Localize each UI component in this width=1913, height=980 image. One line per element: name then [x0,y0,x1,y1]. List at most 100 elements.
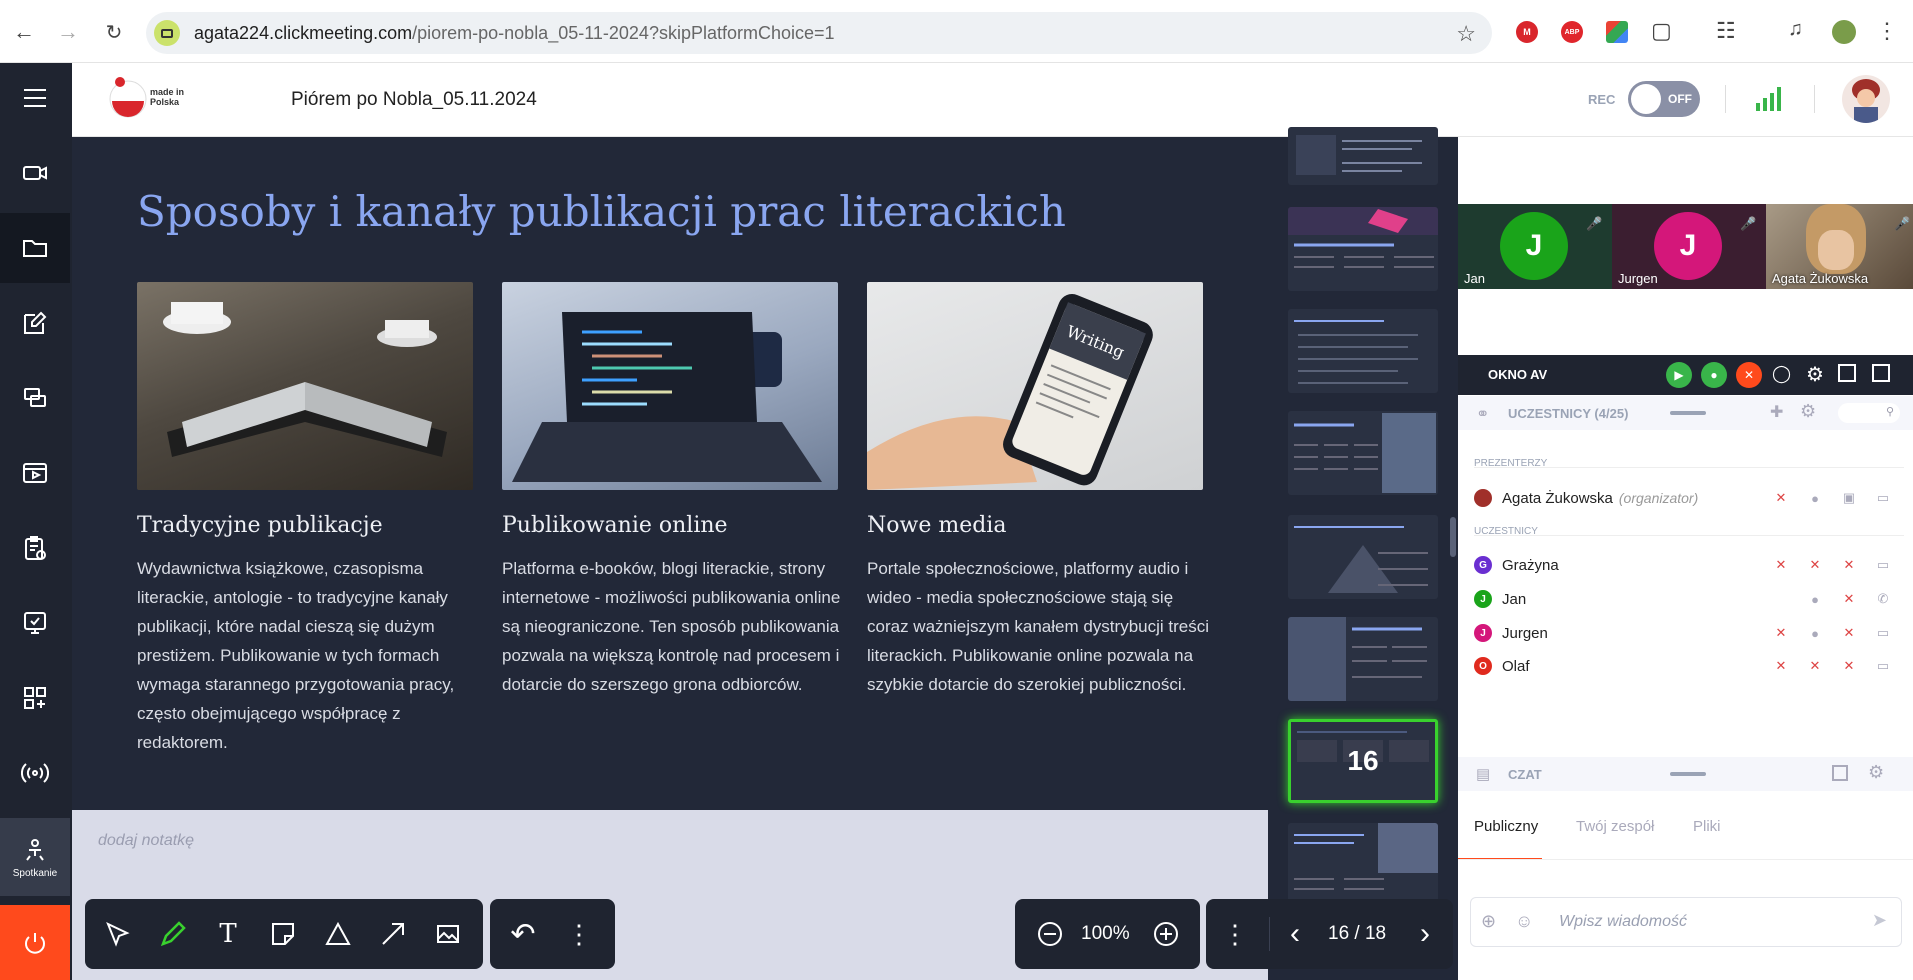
tab-public[interactable]: Publiczny [1474,818,1538,835]
camera-off-icon[interactable]: ✕ [1838,589,1860,609]
microphone-toggle-icon[interactable]: ● [1701,362,1727,388]
slide-thumbnail[interactable] [1288,127,1438,185]
edit-note-icon[interactable] [0,288,70,358]
sticky-note-tool-icon[interactable] [266,917,300,951]
apps-grid-icon[interactable] [0,663,70,733]
rec-toggle[interactable]: OFF [1628,81,1700,117]
page-options-icon[interactable]: ⋮ [1218,917,1252,951]
chat-settings-icon[interactable]: ⚙ [1868,762,1884,783]
image-tool-icon[interactable] [431,917,465,951]
video-tile[interactable]: J 🎤 Jan [1458,204,1612,289]
video-tile[interactable]: 🎤 Agata Żukowska [1766,204,1913,289]
media-control-icon[interactable]: ♫ [1788,18,1803,41]
power-leave-icon[interactable] [0,905,70,980]
layout-icon[interactable] [1872,364,1890,382]
camera-off-icon[interactable]: ✕ [1838,555,1860,575]
screen-share-off-icon[interactable]: ✕ [1770,623,1792,643]
camera-off-icon[interactable]: ✕ [1838,656,1860,676]
active-slide-thumbnail[interactable]: 16 [1288,719,1438,803]
screen-share-off-icon[interactable]: ✕ [1770,555,1792,575]
participant-row[interactable]: J Jurgen ✕ ● ✕ ▭ [1474,621,1904,645]
slide-thumbnail[interactable] [1288,309,1438,393]
slide-thumbnail[interactable] [1288,515,1438,599]
camera-icon[interactable] [0,138,70,208]
microphone-icon[interactable]: ● [1804,488,1826,508]
participants-settings-icon[interactable]: ⚙ [1800,401,1816,422]
adblock-icon[interactable]: ABP [1561,21,1583,43]
video-tile[interactable]: J 🎤 Jurgen [1612,204,1766,289]
monitor-icon[interactable]: ▭ [1872,488,1894,508]
camera-toggle-icon[interactable]: ▶ [1666,362,1692,388]
participants-search-input[interactable]: ⚲ [1838,403,1900,423]
emoji-icon[interactable]: ☺ [1515,911,1533,932]
tab-files[interactable]: Pliki [1693,818,1721,835]
arrow-tool-icon[interactable] [376,917,410,951]
hamburger-menu-icon[interactable] [0,63,70,133]
add-participant-icon[interactable]: ✚ [1770,402,1783,422]
microphone-off-icon[interactable]: ✕ [1804,656,1826,676]
participant-row[interactable]: J Jan ● ✕ ✆ [1474,587,1904,611]
meeting-tab[interactable]: Spotkanie [0,818,70,896]
video-player-icon[interactable] [0,438,70,508]
menu-kebab-icon[interactable]: ⋮ [1876,18,1898,44]
camera-off-icon[interactable]: ✕ [1838,623,1860,643]
slide-thumbnail[interactable] [1288,207,1438,291]
url-text[interactable]: agata224.clickmeeting.com/piorem-po-nobl… [194,23,835,44]
monitor-icon[interactable]: ▭ [1872,656,1894,676]
participant-row[interactable]: Agata Żukowska (organizator) ✕ ● ▣ ▭ [1474,486,1904,510]
screen-share-off-icon[interactable]: ✕ [1770,656,1792,676]
slide-thumbnail[interactable] [1288,617,1438,701]
zoom-out-icon[interactable] [1033,917,1067,951]
address-bar[interactable]: agata224.clickmeeting.com/piorem-po-nobl… [146,12,1492,54]
popout-icon[interactable] [1838,364,1856,382]
pointer-tool-icon[interactable] [101,917,135,951]
microphone-icon[interactable]: ● [1804,623,1826,643]
screen-share-off-icon[interactable]: ✕ [1736,362,1762,388]
shape-tool-icon[interactable] [321,917,355,951]
attach-icon[interactable]: ⊕ [1481,911,1496,932]
send-icon[interactable]: ➤ [1872,910,1887,931]
drive-icon[interactable] [1606,21,1628,43]
slide-thumbnail[interactable] [1288,411,1438,495]
monitor-icon[interactable]: ▭ [1872,623,1894,643]
drag-handle[interactable] [1670,772,1706,776]
whiteboard-icon[interactable] [0,588,70,658]
chat-bubble-icon[interactable]: ◯ [1772,364,1791,384]
site-info-icon[interactable] [154,20,180,46]
tab-team[interactable]: Twój zespół [1576,818,1654,835]
more-options-icon[interactable]: ⋮ [562,917,596,951]
participant-row[interactable]: O Olaf ✕ ✕ ✕ ▭ [1474,654,1904,678]
phone-icon[interactable]: ✆ [1872,589,1894,609]
text-tool-icon[interactable]: T [211,917,245,951]
slide-thumbnail[interactable] [1288,823,1438,907]
drag-handle[interactable] [1670,411,1706,415]
poll-clipboard-icon[interactable] [0,513,70,583]
back-arrow-icon[interactable]: ← [8,16,40,48]
bookmark-star-icon[interactable]: ☆ [1456,21,1476,47]
profile-avatar[interactable] [1832,20,1856,44]
broadcast-icon[interactable] [0,738,70,808]
monitor-icon[interactable]: ▭ [1872,555,1894,575]
folder-icon[interactable] [0,213,70,283]
reading-list-icon[interactable]: ☷ [1716,18,1736,44]
puzzle-icon[interactable]: ▢ [1651,18,1672,44]
thumbnail-scrollbar[interactable] [1450,517,1456,557]
chat-input[interactable]: ⊕ ☺ Wpisz wiadomość ➤ [1470,897,1902,947]
zoom-in-icon[interactable] [1149,917,1183,951]
previous-slide-icon[interactable]: ‹ [1278,917,1312,951]
microphone-icon[interactable]: ● [1804,589,1826,609]
screen-share-icon[interactable] [0,363,70,433]
pen-tool-icon[interactable] [156,917,190,951]
reload-icon[interactable]: ↻ [98,16,130,48]
microphone-off-icon[interactable]: ✕ [1804,555,1826,575]
next-slide-icon[interactable]: › [1408,917,1442,951]
user-avatar[interactable] [1842,75,1890,123]
forward-arrow-icon[interactable]: → [52,16,84,48]
undo-icon[interactable]: ↶ [506,917,540,951]
gmail-icon[interactable]: M [1516,21,1538,43]
popout-icon[interactable] [1832,765,1848,781]
screen-share-off-icon[interactable]: ✕ [1770,488,1792,508]
settings-gear-icon[interactable]: ⚙ [1806,362,1824,387]
camera-icon[interactable]: ▣ [1838,488,1860,508]
participant-row[interactable]: G Grażyna ✕ ✕ ✕ ▭ [1474,553,1904,577]
